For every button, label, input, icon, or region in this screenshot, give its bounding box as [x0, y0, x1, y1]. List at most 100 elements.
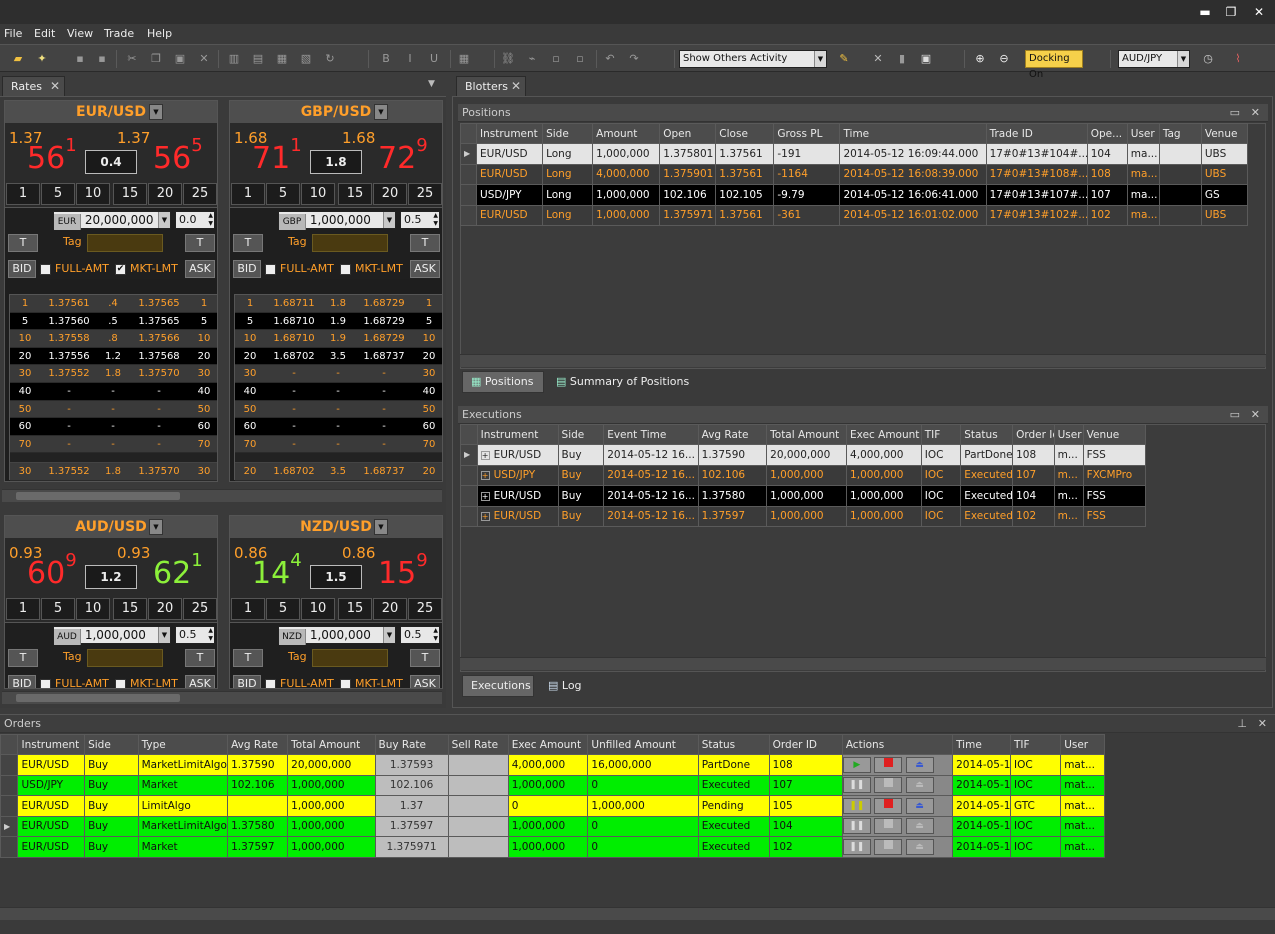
column-header[interactable]: Exec Amount — [507, 734, 589, 755]
column-header[interactable]: Side — [557, 424, 605, 445]
stop-icon[interactable] — [874, 797, 903, 814]
align-right-icon[interactable]: ▦ — [274, 51, 290, 67]
bid-button[interactable]: BID — [8, 675, 36, 688]
full-amt-checkbox[interactable] — [265, 679, 276, 688]
amount-button[interactable]: 10 — [76, 183, 110, 205]
bid-price-button[interactable]: 711 — [252, 135, 302, 176]
ladder-row[interactable]: 30 1.37552 1.8 1.37570 30 — [10, 365, 217, 383]
bid-button[interactable]: BID — [233, 260, 261, 278]
stop-icon[interactable] — [874, 838, 903, 855]
clear-icon[interactable]: ✕ — [870, 51, 886, 67]
pause-icon[interactable]: ❚❚ — [843, 777, 871, 794]
clock-icon[interactable]: ◷ — [1200, 51, 1216, 67]
underline-icon[interactable]: U — [426, 51, 442, 67]
table-row[interactable]: ▶ EUR/USD Buy MarketLimitAlgo 1.37580 1,000,0… — [0, 815, 1105, 837]
chart-icon[interactable]: ⌇ — [1230, 51, 1246, 67]
column-header[interactable]: Tag — [1158, 123, 1202, 144]
ask-price-button[interactable]: 621 — [153, 550, 203, 591]
amount-button[interactable]: 15 — [338, 183, 372, 205]
close-icon[interactable]: ✕ — [511, 77, 521, 96]
rates-scrollbar[interactable] — [2, 489, 442, 502]
stop-icon[interactable] — [874, 777, 903, 794]
t-button-right[interactable]: T — [185, 649, 215, 667]
table-row[interactable]: USD/JPY Long 1,000,000 102.106 102.105 -9.79 2… — [459, 184, 1249, 206]
amount-button[interactable]: 15 — [338, 598, 372, 620]
amount-button[interactable]: 10 — [76, 598, 110, 620]
ladder-row[interactable]: 10 1.37558 .8 1.37566 10 — [10, 330, 217, 348]
stepper-arrows-icon[interactable]: ▲ ▼ — [433, 212, 438, 228]
cut-icon[interactable]: ✂ — [124, 51, 140, 67]
amount-select[interactable]: EUR 20,000,000 ▼ — [53, 211, 171, 230]
slippage-stepper[interactable]: 0.0 ▲ ▼ — [175, 211, 215, 229]
column-header[interactable]: Trade ID — [985, 123, 1088, 144]
mkt-lmt-checkbox[interactable] — [340, 679, 351, 688]
executions-scrollbar[interactable] — [460, 657, 1266, 670]
ladder-row[interactable]: 10 1.68710 1.9 1.68729 10 — [235, 330, 442, 348]
table-row[interactable]: EUR/USD Buy Market 1.37597 1,000,000 1.375971… — [0, 836, 1105, 858]
lock-icon[interactable]: ▫ — [548, 51, 564, 67]
expand-icon[interactable]: + — [480, 471, 490, 481]
panel-menu-icon[interactable]: ▼ — [428, 79, 435, 89]
table-row[interactable]: USD/JPY Buy Market 102.106 1,000,000 102.106 1… — [0, 774, 1105, 796]
column-header[interactable]: Total Amount — [766, 424, 848, 445]
trash-icon[interactable]: ▮ — [894, 51, 910, 67]
ladder-row[interactable]: 40 - - - 40 — [235, 382, 442, 401]
amount-button[interactable]: 1 — [231, 183, 265, 205]
t-button-right[interactable]: T — [410, 234, 440, 252]
amount-button[interactable]: 25 — [408, 183, 442, 205]
chevron-down-icon[interactable]: ▼ — [374, 104, 388, 120]
amount-button[interactable]: 25 — [183, 183, 217, 205]
italic-icon[interactable]: I — [402, 51, 418, 67]
column-header[interactable]: TIF — [1009, 734, 1062, 755]
ladder-row[interactable]: 40 - - - 40 — [10, 382, 217, 401]
pair-header[interactable]: NZD/USD ▼ — [230, 516, 442, 538]
mkt-lmt-checkbox[interactable] — [340, 264, 351, 275]
column-header[interactable]: TIF — [920, 424, 962, 445]
open-folder-icon[interactable]: ▰ — [10, 51, 26, 67]
currency-pair-select[interactable]: AUD/JPY ▼ — [1118, 50, 1190, 68]
pause-icon[interactable]: ❚❚ — [843, 838, 871, 855]
t-button-right[interactable]: T — [185, 234, 215, 252]
pause-on-icon[interactable]: ❚❚ — [843, 797, 871, 814]
ask-price-button[interactable]: 565 — [153, 135, 203, 176]
ladder-row[interactable]: 5 1.68710 1.9 1.68729 5 — [235, 312, 442, 331]
column-header[interactable]: Venue — [1082, 424, 1147, 445]
close-icon[interactable]: ✕ — [1251, 406, 1260, 424]
ladder-row[interactable]: 70 - - - 70 — [235, 435, 442, 454]
bid-button[interactable]: BID — [233, 675, 261, 688]
menu-view[interactable]: View — [67, 27, 93, 40]
amount-button[interactable]: 5 — [41, 598, 75, 620]
column-header[interactable]: Sell Rate — [447, 734, 509, 755]
amount-select[interactable]: GBP 1,000,000 ▼ — [278, 211, 396, 230]
column-header[interactable]: Time — [839, 123, 987, 144]
amount-button[interactable]: 5 — [41, 183, 75, 205]
unlock-icon[interactable]: ▫ — [572, 51, 588, 67]
column-header[interactable]: Gross PL — [773, 123, 841, 144]
bid-price-button[interactable]: 144 — [252, 550, 302, 591]
copy-icon[interactable]: ❐ — [148, 51, 164, 67]
column-header[interactable]: User — [1060, 734, 1105, 755]
column-header[interactable]: Close — [715, 123, 775, 144]
tab-blotters[interactable]: Blotters ✕ — [456, 76, 526, 96]
zoom-in-icon[interactable]: ⊕ — [972, 51, 988, 67]
menu-edit[interactable]: Edit — [34, 27, 55, 40]
amount-button[interactable]: 20 — [148, 598, 182, 620]
restore-icon[interactable]: ❐ — [1222, 4, 1240, 20]
expand-icon[interactable]: + — [480, 512, 490, 522]
table-row[interactable]: EUR/USD Buy LimitAlgo 1,000,000 1.37 0 1,000,0… — [0, 795, 1105, 817]
table-row[interactable]: ▶ + EUR/USD Buy 2014-05-12 16... 1.37590 20,00… — [460, 444, 1147, 466]
column-header[interactable]: Venue — [1200, 123, 1249, 144]
pin-icon[interactable]: ⊥ — [1237, 715, 1247, 733]
eject-icon[interactable]: ⏏ — [905, 797, 934, 814]
column-header[interactable]: Open — [659, 123, 717, 144]
expand-icon[interactable]: + — [480, 450, 490, 460]
column-header[interactable]: Status — [960, 424, 1014, 445]
play-icon[interactable]: ▶ — [843, 756, 871, 773]
rotate-icon[interactable]: ↻ — [322, 51, 338, 67]
unlink-icon[interactable]: ⌁ — [524, 51, 540, 67]
eject-icon[interactable]: ⏏ — [905, 777, 934, 794]
table-row[interactable]: + USD/JPY Buy 2014-05-12 16... 102.106 1,000,… — [460, 464, 1147, 486]
t-button-right[interactable]: T — [410, 649, 440, 667]
column-header[interactable]: Instrument — [476, 424, 559, 445]
column-header[interactable]: Total Amount — [287, 734, 376, 755]
